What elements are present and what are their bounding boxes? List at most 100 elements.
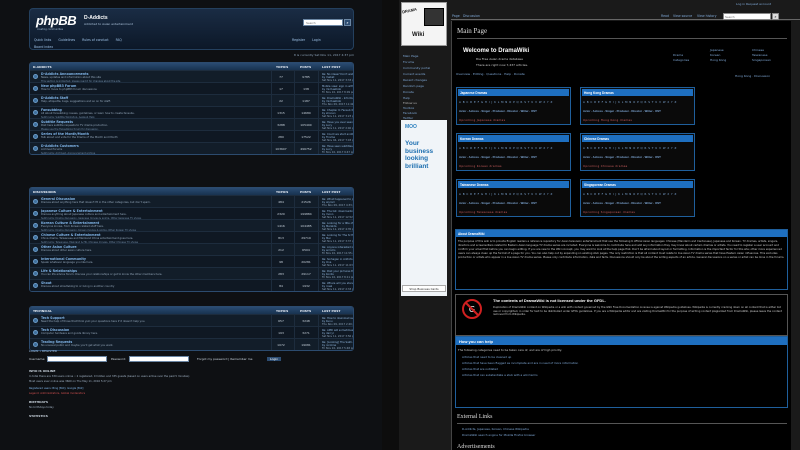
upcoming-dramas-link[interactable]: Upcoming Singaporean dramas [583, 210, 692, 214]
last-post[interactable]: Re: Sinhagan in Addicts from...by OnaSat… [322, 258, 353, 268]
link-singaporean[interactable]: Singaporean [752, 58, 771, 63]
site-title[interactable]: D-Addicts [84, 15, 108, 21]
category-name[interactable]: DISCUSSIONS [33, 190, 56, 194]
forum-row[interactable]: International Community Speak whatever la… [30, 255, 353, 267]
phpbb-logo[interactable]: phpBB [36, 13, 77, 28]
forum-row[interactable]: Tech Discussion Computer hardware and goo… [30, 326, 353, 338]
wiki-user-links[interactable]: Log in Request account [736, 2, 771, 6]
alphabet-index[interactable]: A B C D E F G H I J K L M N O P Q R S T … [583, 146, 692, 150]
forum-row[interactable]: Korean Culture & Entertainment Everyone k… [30, 219, 353, 232]
forum-row[interactable]: Shout Discuss about shout&blog to or livi… [30, 279, 353, 291]
forum-row[interactable]: Other Asian Culture Discuss about other a… [30, 243, 353, 255]
remember-me[interactable]: Forgot my password | Remember me [197, 357, 253, 361]
help-item[interactable]: Articles that are outdated [462, 367, 498, 371]
welcome-links[interactable]: Overview · Editing · Questions · Help · … [456, 72, 525, 76]
role-links[interactable]: Actor · Actress · Singer · Producer · Di… [583, 201, 692, 205]
last-post[interactable]: Re: Where will you stand your...by rosel… [322, 282, 353, 292]
last-post[interactable]: Re: Looking for a title of a d...by Mera… [322, 222, 353, 232]
search-icon[interactable]: ⌕ [772, 13, 779, 20]
username-input[interactable] [47, 356, 107, 362]
forum-subforums[interactable]: Subforums: Archived, Announcement archiv… [41, 152, 241, 155]
side-facebook[interactable]: Facebook [403, 111, 417, 115]
help-item[interactable]: Articles that need to be cleaned up [462, 355, 511, 359]
upcoming-dramas-link[interactable]: Upcoming Chinese dramas [583, 164, 692, 168]
upcoming-dramas-link[interactable]: Upcoming Korean dramas [459, 164, 568, 168]
nav-rules[interactable]: Rules of conduct [82, 38, 108, 42]
role-links[interactable]: Actor · Actress · Singer · Producer · Di… [459, 201, 568, 205]
last-post[interactable]: Re: Looking for The SI Heavenly...by Mei… [322, 234, 353, 244]
role-links[interactable]: Actor · Actress · Singer · Producer · Di… [459, 155, 568, 159]
password-input[interactable] [129, 356, 189, 362]
external-link[interactable]: DramaWiki search engine for Mozilla Fire… [462, 433, 535, 437]
link-categories[interactable]: Categories [673, 58, 689, 63]
last-post[interactable]: Re: No ideas? Don't wait to tell usby ma… [322, 73, 353, 83]
alphabet-index[interactable]: A B C D E F G H I J K L M N O P Q R S T … [583, 100, 692, 104]
nav-faq[interactable]: FAQ [116, 38, 122, 42]
forum-row[interactable]: Subtitle Requests Post here subtitle requ… [30, 118, 353, 131]
last-post[interactable]: Re: AMD will sometimes cause...by darryl… [322, 329, 353, 339]
last-post[interactable]: Re: Have seen subtitles... by Lucy Fri Nov… [322, 145, 353, 155]
login-button[interactable]: Login [267, 357, 282, 361]
wiki-search-input[interactable] [723, 13, 771, 20]
side-donate[interactable]: Donate [403, 90, 414, 94]
alphabet-index[interactable]: A B C D E F G H I J K L M N O P Q R S T … [583, 192, 692, 196]
search-icon[interactable]: ⌕ [344, 19, 351, 26]
forum-row[interactable]: General Discussion Discuss about anything… [30, 195, 353, 207]
upcoming-dramas-link[interactable]: Upcoming Hong Kong dramas [583, 118, 692, 122]
tab-view-source[interactable]: View source [673, 14, 692, 18]
tab-view-history[interactable]: View history [697, 14, 717, 18]
last-post[interactable]: Re: DramaWiki - Information R...by micha… [322, 97, 353, 107]
forum-row[interactable]: D-Addicts Staff Help, etiquette, bugs, su… [30, 94, 353, 106]
drama-box-heading[interactable]: Korean Dramas [458, 135, 569, 142]
side-toolbox[interactable]: Toolbox [403, 106, 414, 110]
drama-box-heading[interactable]: Taiwanese Dramas [458, 181, 569, 188]
alphabet-index[interactable]: A B C D E F G H I J K L M N O P Q R S T … [459, 146, 568, 150]
drama-box-heading[interactable]: Singaporean Dramas [582, 181, 693, 188]
tab-read[interactable]: Read [661, 14, 669, 18]
forum-row[interactable]: Series of the Month/Month Talk about and … [30, 130, 353, 142]
link-hong-kong[interactable]: Hong Kong [710, 58, 726, 63]
breadcrumb-board-index[interactable]: Board index [34, 45, 53, 49]
drama-box-heading[interactable]: Japanese Dramas [458, 89, 569, 96]
drama-box-heading[interactable]: Chinese Dramas [582, 135, 693, 142]
side-current-events[interactable]: Current events [403, 72, 425, 76]
forum-row[interactable]: D-Addicts Announcements News, updates and… [30, 70, 353, 83]
forum-row[interactable]: Fansubbing All about fansubbing: issues, … [30, 106, 353, 119]
featured-note[interactable]: Hong Kong · Discussion [735, 74, 770, 78]
category-name[interactable]: TECHNICAL [33, 309, 52, 313]
forum-search-input[interactable] [303, 19, 343, 26]
upcoming-dramas-link[interactable]: Upcoming Japanese dramas [459, 118, 568, 122]
help-item[interactable]: Articles that have been flagged as incom… [462, 361, 578, 365]
last-post[interactable]: Re: Post your pictures throug...by bindi… [322, 270, 353, 280]
last-post[interactable]: Re: Could we start another sub...by Tira… [322, 133, 353, 143]
side-random-page[interactable]: Random page [403, 84, 424, 88]
last-post[interactable]: Re: Chapter 9: Fansub 0... by shonen Sat N… [322, 109, 353, 119]
forum-row[interactable]: D-Addicts Customers Archived forums Subfor… [30, 142, 353, 154]
last-post[interactable]: Re: Have you ever seen a drama...by Lucy… [322, 121, 353, 131]
role-links[interactable]: Actor · Actress · Singer · Producer · Di… [583, 155, 692, 159]
upcoming-dramas-link[interactable]: Upcoming Taiwanese dramas [459, 210, 568, 214]
forum-row[interactable]: Chinese Culture & Entertainment China dra… [30, 231, 353, 244]
drama-box-heading[interactable]: Hong Kong Dramas [582, 89, 693, 96]
nav-quick-links[interactable]: Quick links [34, 38, 51, 42]
forum-row[interactable]: New phpBB3 Forum How to move to phpBB3 fo… [30, 82, 353, 94]
register-link[interactable]: Register [292, 38, 305, 42]
tab-discussion[interactable]: Discussion [463, 14, 480, 18]
category-name[interactable]: D-ADDICTS [33, 65, 52, 69]
last-post[interactable]: Mobile view: sign in with... by michaelbo… [322, 85, 353, 95]
ad-shop-button[interactable]: Shop Business Cards [402, 285, 446, 292]
external-link[interactable]: D-Addicts, Japanese, Korean, Chinese Wik… [462, 427, 529, 431]
alphabet-index[interactable]: A B C D E F G H I J K L M N O P Q R S T … [459, 192, 568, 196]
login-link[interactable]: Login [312, 38, 321, 42]
forum-row[interactable]: Japanese Culture & Entertainment Discuss … [30, 207, 353, 220]
help-item[interactable]: Articles that can substantiate a stub wi… [462, 373, 538, 377]
forum-row[interactable]: Tech Support Need the help of those that … [30, 314, 353, 326]
alphabet-index[interactable]: A B C D E F G H I J K L M N O P Q R S T … [459, 100, 568, 104]
last-post[interactable]: Re: The list: downloading Jap...by moonS… [322, 210, 353, 220]
role-links[interactable]: Actor · Actress · Singer · Producer · Di… [583, 109, 692, 113]
nav-guidelines[interactable]: Guidelines [58, 38, 75, 42]
side-help[interactable]: Help [403, 96, 410, 100]
login-register-bar[interactable]: LOGIN • REGISTER [29, 349, 354, 353]
tab-page[interactable]: Page [452, 14, 460, 18]
forum-row[interactable]: Life & Relationships You can life advice … [30, 267, 353, 279]
